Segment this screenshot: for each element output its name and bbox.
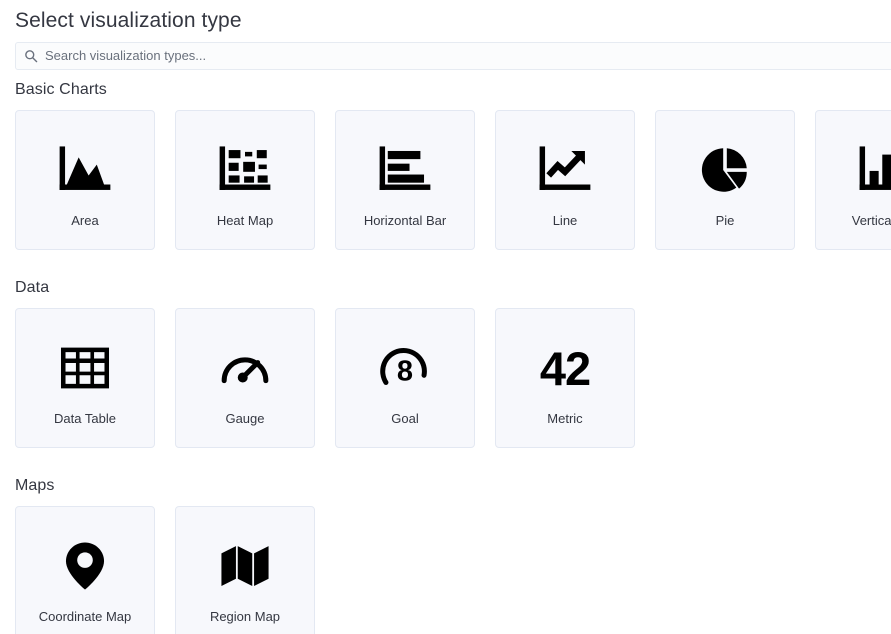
viz-card-label: Region Map [210,609,280,625]
coordinate-map-icon [56,537,114,595]
cards-row-maps: Coordinate Map Region Map [15,506,315,634]
viz-card-label: Pie [716,213,735,229]
viz-card-metric[interactable]: 42 Metric [495,308,635,448]
viz-card-label: Goal [391,411,418,427]
vertical-bar-icon [856,141,891,199]
viz-card-label: Data Table [54,411,116,427]
goal-icon-value: 8 [397,356,413,388]
viz-card-label: Gauge [225,411,264,427]
viz-card-label: Coordinate Map [39,609,132,625]
viz-card-label: Metric [547,411,582,427]
section-title-basic-charts: Basic Charts [15,80,891,100]
viz-card-area[interactable]: Area [15,110,155,250]
search-field-wrapper[interactable] [15,42,891,70]
region-map-icon [216,537,274,595]
section-data: Data Data Table [15,278,635,448]
viz-card-region-map[interactable]: Region Map [175,506,315,634]
viz-card-goal[interactable]: 8 Goal [335,308,475,448]
viz-card-gauge[interactable]: Gauge [175,308,315,448]
metric-icon-value: 42 [540,345,590,392]
search-icon [24,49,38,63]
metric-icon: 42 [536,339,594,397]
horizontal-bar-icon [376,141,434,199]
heat-map-icon [216,141,274,199]
viz-card-pie[interactable]: Pie [655,110,795,250]
viz-card-label: Line [553,213,578,229]
goal-icon: 8 [376,339,434,397]
page-title: Select visualization type [15,8,242,34]
section-title-maps: Maps [15,476,315,496]
viz-card-line[interactable]: Line [495,110,635,250]
data-table-icon [56,339,114,397]
viz-card-label: Area [71,213,98,229]
viz-card-coordinate-map[interactable]: Coordinate Map [15,506,155,634]
search-input[interactable] [45,44,891,68]
section-basic-charts: Basic Charts Area [15,80,891,250]
viz-card-data-table[interactable]: Data Table [15,308,155,448]
section-title-data: Data [15,278,635,298]
viz-card-horizontal-bar[interactable]: Horizontal Bar [335,110,475,250]
area-chart-icon [56,141,114,199]
pie-chart-icon [696,141,754,199]
cards-row-basic-charts: Area [15,110,891,250]
section-maps: Maps Coordinate Map [15,476,315,634]
visualization-type-picker: Select visualization type Basic Charts [0,0,891,634]
viz-card-heat-map[interactable]: Heat Map [175,110,315,250]
viz-card-label: Vertical Bar [852,213,891,229]
line-chart-icon [536,141,594,199]
viz-card-label: Heat Map [217,213,273,229]
cards-row-data: Data Table Gauge 8 [15,308,635,448]
viz-card-label: Horizontal Bar [364,213,446,229]
gauge-icon [216,339,274,397]
viz-card-vertical-bar[interactable]: Vertical Bar [815,110,891,250]
